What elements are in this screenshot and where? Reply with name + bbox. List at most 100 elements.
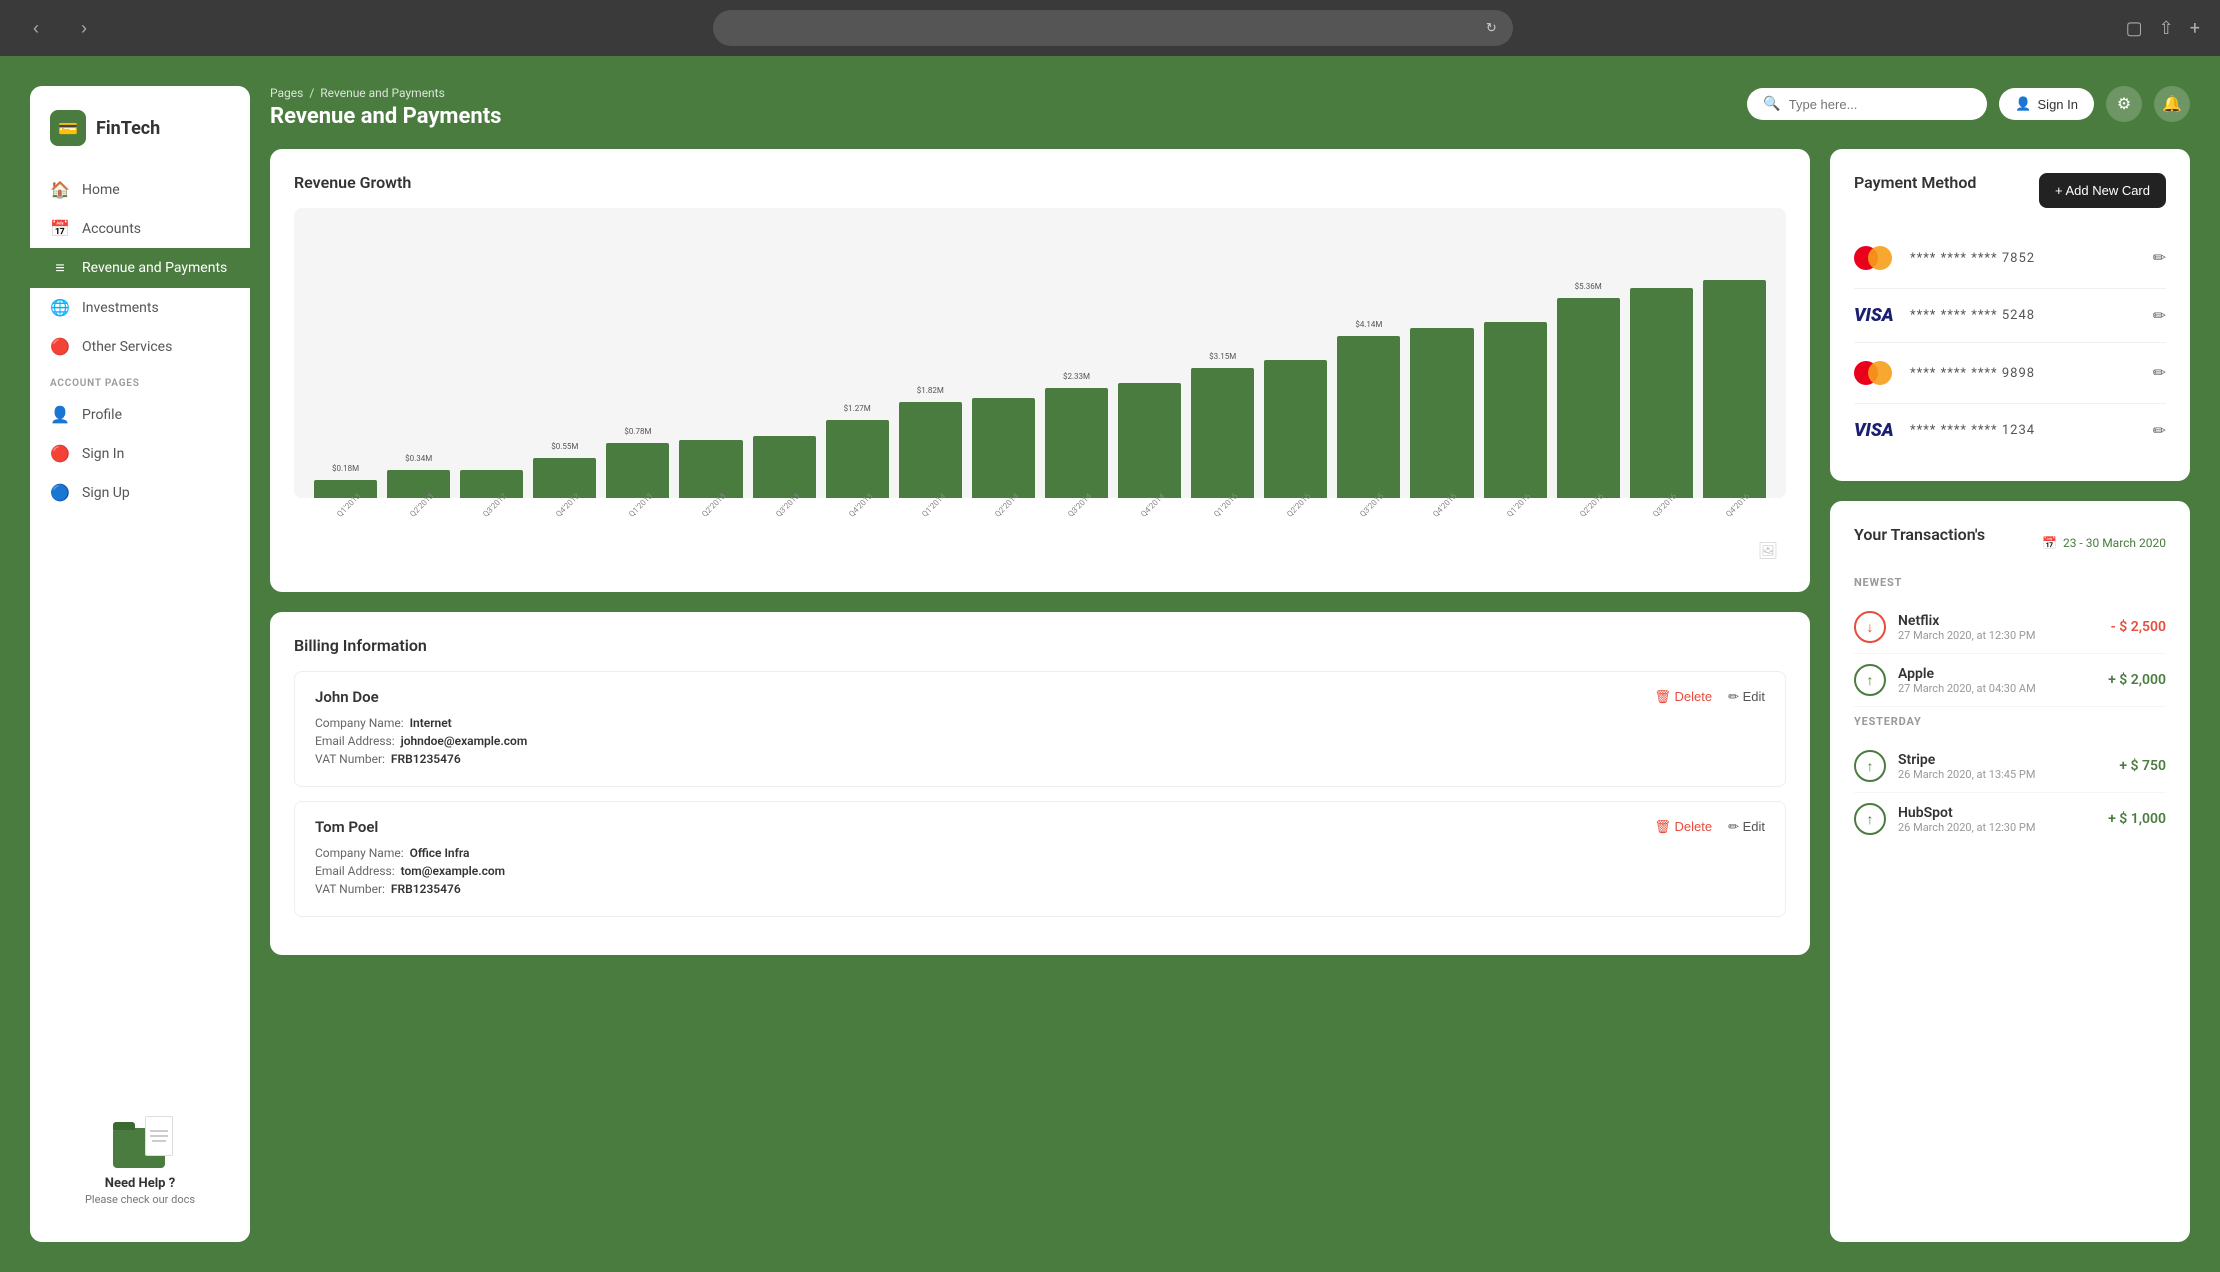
chart-bar [1630, 288, 1693, 498]
transaction-date: 27 March 2020, at 12:30 PM [1898, 629, 2035, 642]
bar-value-label: $2.33M [1063, 372, 1090, 381]
sidebar-item-profile[interactable]: 👤 Profile [30, 395, 250, 434]
window-icon[interactable]: ▢ [2126, 18, 2143, 39]
bar-value-label: $5.36M [1575, 282, 1602, 291]
breadcrumb-root: Pages [270, 86, 303, 100]
delete-button[interactable]: 🗑 Delete [1654, 689, 1712, 705]
sidebar-label-accounts: Accounts [82, 221, 141, 237]
bar-value-label: $0.55M [551, 442, 578, 451]
billing-email: Email Address: tom@example.com [315, 864, 1765, 878]
add-tab-icon[interactable]: + [2190, 18, 2200, 39]
browser-bar: ‹ › ↻ ▢ ⇧ + [0, 0, 2220, 56]
search-bar[interactable]: 🔍 [1747, 88, 1987, 120]
visa-logo: VISA [1854, 305, 1898, 326]
chart-title: Revenue Growth [294, 173, 1786, 192]
sidebar-item-investments[interactable]: 🌐 Investments [30, 288, 250, 327]
chart-bar-group [1630, 288, 1693, 498]
bar-value-label: $1.27M [844, 404, 871, 413]
sidebar-nav: 🏠 Home 📅 Accounts ≡ Revenue and Payments… [30, 170, 250, 1082]
edit-card-button[interactable]: ✏ [2153, 421, 2166, 441]
back-button[interactable]: ‹ [20, 12, 52, 44]
notifications-button[interactable]: 🔔 [2154, 86, 2190, 122]
bell-icon: 🔔 [2162, 94, 2182, 114]
transaction-info: Netflix 27 March 2020, at 12:30 PM [1898, 613, 2035, 642]
chart-area: $0.18M$0.34M$0.55M$0.78M$1.27M$1.82M$2.3… [294, 208, 1786, 498]
payment-item-left: **** **** **** 9898 [1854, 359, 2035, 387]
search-input[interactable] [1789, 97, 1972, 112]
bar-value-label: $0.18M [332, 464, 359, 473]
edit-button[interactable]: ✏ Edit [1728, 819, 1765, 835]
edit-card-button[interactable]: ✏ [2153, 363, 2166, 383]
revenue-chart-card: Revenue Growth $0.18M$0.34M$0.55M$0.78M$… [270, 149, 1810, 592]
profile-icon: 👤 [50, 405, 70, 424]
sidebar-item-signin[interactable]: 🔴 Sign In [30, 434, 250, 473]
signin-label: Sign In [2038, 97, 2078, 112]
chart-bar [1703, 280, 1766, 498]
user-icon: 👤 [2015, 96, 2031, 112]
sidebar-item-revenue[interactable]: ≡ Revenue and Payments [30, 248, 250, 288]
payment-header: Payment Method + Add New Card [1854, 173, 2166, 208]
url-bar[interactable]: ↻ [713, 10, 1513, 46]
card-number: **** **** **** 9898 [1910, 366, 2035, 381]
chart-bar-group: $3.15M [1191, 368, 1254, 498]
investments-icon: 🌐 [50, 298, 70, 317]
settings-button[interactable]: ⚙ [2106, 86, 2142, 122]
edit-card-button[interactable]: ✏ [2153, 306, 2166, 326]
billing-entry-header: Tom Poel 🗑 Delete ✏ Edit [315, 818, 1765, 836]
billing-entry: Tom Poel 🗑 Delete ✏ Edit Company Name: O… [294, 801, 1786, 917]
chart-x-labels: Q1'2013Q2'2013Q3'2012Q4'2012Q1'2013Q2'20… [294, 498, 1786, 511]
help-subtitle: Please check our docs [46, 1193, 234, 1206]
add-card-button[interactable]: + Add New Card [2039, 173, 2166, 208]
signin-button[interactable]: 👤 Sign In [1999, 88, 2094, 120]
transaction-left: ↑ HubSpot 26 March 2020, at 12:30 PM [1854, 803, 2035, 835]
other-icon: 🔴 [50, 337, 70, 356]
delete-button[interactable]: 🗑 Delete [1654, 819, 1712, 835]
payment-item: VISA **** **** **** 5248 ✏ [1854, 289, 2166, 343]
transaction-left: ↑ Apple 27 March 2020, at 04:30 AM [1854, 664, 2036, 696]
reload-icon[interactable]: ↻ [1486, 21, 1497, 36]
transaction-left: ↑ Stripe 26 March 2020, at 13:45 PM [1854, 750, 2035, 782]
transaction-amount: + $ 2,000 [2108, 672, 2166, 688]
transaction-item: ↑ Stripe 26 March 2020, at 13:45 PM + $ … [1854, 740, 2166, 793]
breadcrumb-current: Revenue and Payments [320, 86, 445, 100]
transaction-amount: - $ 2,500 [2111, 619, 2166, 635]
chart-bar: $4.14M [1337, 336, 1400, 498]
sidebar-item-accounts[interactable]: 📅 Accounts [30, 209, 250, 248]
signup-icon: 🔵 [50, 483, 70, 502]
share-icon[interactable]: ⇧ [2159, 18, 2174, 39]
header-actions: 🔍 👤 Sign In ⚙ 🔔 [1747, 86, 2190, 122]
payment-item: **** **** **** 9898 ✏ [1854, 343, 2166, 404]
page-title: Revenue and Payments [270, 104, 501, 129]
left-panel: Revenue Growth $0.18M$0.34M$0.55M$0.78M$… [270, 149, 1810, 1242]
edit-card-button[interactable]: ✏ [2153, 248, 2166, 268]
card-number: **** **** **** 1234 [1910, 423, 2035, 438]
transaction-icon: ↓ [1854, 611, 1886, 643]
transaction-name: Stripe [1898, 752, 2035, 768]
payment-method-card: Payment Method + Add New Card **** **** … [1830, 149, 2190, 481]
transaction-icon: ↑ [1854, 664, 1886, 696]
chart-image-icon: 🖼 [1758, 541, 1778, 560]
sidebar-item-other[interactable]: 🔴 Other Services [30, 327, 250, 366]
billing-name: Tom Poel [315, 818, 378, 836]
billing-entry: John Doe 🗑 Delete ✏ Edit Company Name: I… [294, 671, 1786, 787]
transactions-header: Your Transaction's 📅 23 - 30 March 2020 [1854, 525, 2166, 560]
sidebar-label-investments: Investments [82, 300, 159, 316]
sidebar-item-home[interactable]: 🏠 Home [30, 170, 250, 209]
edit-button[interactable]: ✏ Edit [1728, 689, 1765, 705]
sidebar-item-signup[interactable]: 🔵 Sign Up [30, 473, 250, 512]
chart-bar-group [1703, 280, 1766, 498]
chart-bar-group: $4.14M [1337, 336, 1400, 498]
billing-actions: 🗑 Delete ✏ Edit [1654, 689, 1765, 705]
add-card-label: + Add New Card [2055, 183, 2150, 198]
chart-bar-group [1484, 322, 1547, 498]
transaction-amount: + $ 1,000 [2108, 811, 2166, 827]
transaction-name: Apple [1898, 666, 2036, 682]
sidebar: 💳 FinTech 🏠 Home 📅 Accounts ≡ Revenue an… [30, 86, 250, 1242]
chart-container: $0.18M$0.34M$0.55M$0.78M$1.27M$1.82M$2.3… [294, 208, 1786, 568]
sidebar-label-other: Other Services [82, 339, 172, 355]
chart-bar [1410, 328, 1473, 498]
logo-text: FinTech [96, 118, 160, 139]
help-illustration [105, 1098, 175, 1168]
forward-button[interactable]: › [68, 12, 100, 44]
transaction-date: 26 March 2020, at 12:30 PM [1898, 821, 2035, 834]
